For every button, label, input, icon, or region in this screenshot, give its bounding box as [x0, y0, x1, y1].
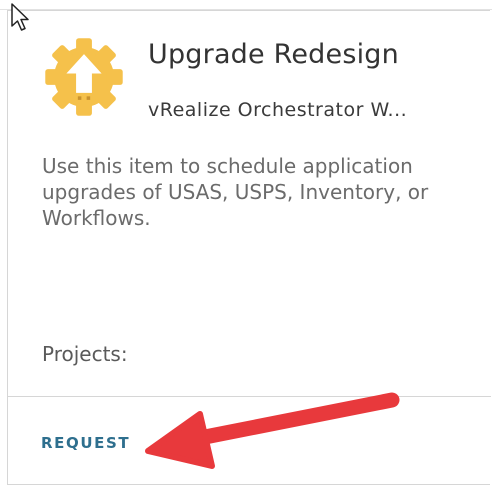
request-button[interactable]: REQUEST: [41, 434, 130, 452]
top-strip: [0, 0, 492, 10]
card-divider: [8, 396, 491, 397]
upgrade-gear-icon: [45, 38, 123, 116]
card-subtitle: vRealize Orchestrator W...: [148, 99, 408, 121]
card-description: Use this item to schedule application up…: [42, 154, 429, 230]
projects-label: Projects:: [42, 342, 128, 366]
mouse-pointer-icon: [11, 3, 29, 31]
catalog-item-card[interactable]: Upgrade Redesign vRealize Orchestrator W…: [7, 10, 491, 485]
page: Upgrade Redesign vRealize Orchestrator W…: [0, 0, 492, 489]
card-title: Upgrade Redesign: [148, 39, 399, 70]
